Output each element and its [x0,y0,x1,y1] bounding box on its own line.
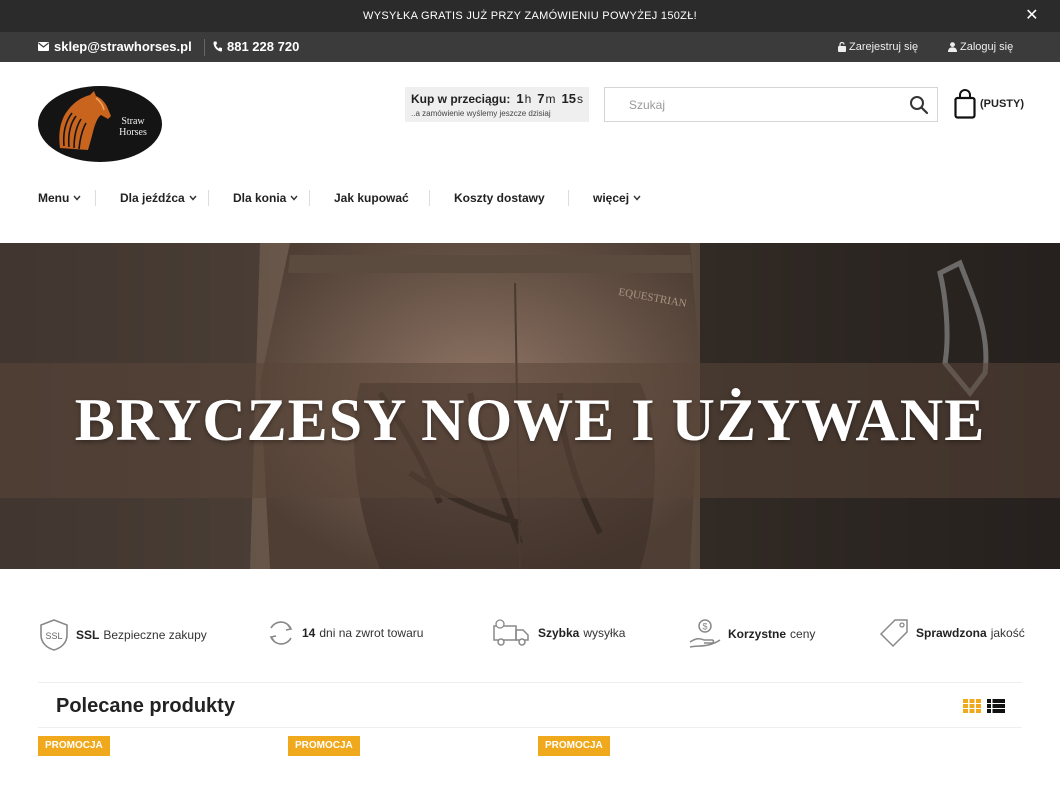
nav-item-label: Dla jeźdźca [120,191,185,205]
countdown-hours-unit: h [524,92,532,106]
feature-shipping: Szybka wysyłka [492,618,625,648]
hero-banner[interactable]: EQUESTRIAN BRYCZESY NOWE I UŻYWANE [0,243,1060,569]
logo-text-line2: Horses [119,127,147,138]
login-label: Zaloguj się [960,41,1014,53]
ssl-shield-icon: SSL [38,618,70,652]
list-view-icon[interactable] [987,699,1005,713]
nav-separator [568,190,569,206]
feature-text: Bezpieczne zakupy [103,628,207,642]
user-icon [948,42,957,52]
store-logo[interactable]: Straw Horses [38,86,162,162]
countdown-seconds: 15 [561,91,576,106]
feature-quality: Sprawdzona jakość [878,618,1025,648]
feature-bold: Szybka [538,626,580,640]
feature-text: dni na zwrot towaru [319,626,424,640]
countdown-minutes: 7 [537,91,545,106]
nav-separator [429,190,430,206]
featured-products-title: Polecane produkty [56,695,235,717]
nav-item-dla-jezdzca[interactable]: Dla jeźdźca [120,191,197,205]
register-link[interactable]: Zarejestruj się [838,41,918,53]
contact-email-text: sklep@strawhorses.pl [54,39,192,54]
nav-item-jak-kupowac[interactable]: Jak kupować [334,191,409,205]
nav-item-label: Jak kupować [334,191,409,205]
countdown-subtext: ..a zamówienie wyślemy jeszcze dzisiaj [411,109,551,118]
logo-text: Straw Horses [110,116,156,138]
delivery-truck-icon [492,618,532,648]
nav-item-label: Koszty dostawy [454,191,545,205]
contact-bar: sklep@strawhorses.pl 881 228 720 Zarejes… [0,32,1060,62]
search-icon[interactable] [909,95,929,115]
promo-badge: PROMOCJA [538,736,610,756]
close-icon[interactable]: ✕ [1024,8,1040,24]
chevron-down-icon [633,195,641,201]
contact-email-link[interactable]: sklep@strawhorses.pl [38,39,192,54]
countdown-minutes-unit: m [545,92,556,106]
promo-bar: WYSYŁKA GRATIS JUŻ PRZY ZAMÓWIENIU POWYŻ… [0,0,1060,32]
chevron-down-icon [290,195,298,201]
nav-item-label: więcej [593,191,630,205]
feature-prices: $ Korzystne ceny [688,618,815,650]
price-tag-icon [878,618,910,648]
countdown-hours: 1 [516,91,524,106]
register-label: Zarejestruj się [849,41,919,53]
svg-text:$: $ [702,622,707,632]
search-box [604,87,938,122]
chevron-down-icon [189,195,197,201]
promo-bar-text: WYSYŁKA GRATIS JUŻ PRZY ZAMÓWIENIU POWYŻ… [363,10,697,22]
nav-separator [309,190,310,206]
nav-item-wiecej[interactable]: więcej [593,191,641,205]
nav-item-label: Menu [38,191,70,205]
contact-separator [204,39,205,56]
nav-item-label: Dla konia [233,191,287,205]
features-bar: SSL SSL Bezpieczne zakupy 14 dni na zwro… [0,612,1060,660]
phone-icon [213,41,222,52]
search-input[interactable] [629,96,899,114]
main-navigation: Menu Dla jeźdźca Dla konia Jak kupować K… [0,186,1060,212]
contact-phone-link[interactable]: 881 228 720 [213,39,299,54]
feature-text: ceny [790,627,816,641]
login-link[interactable]: Zaloguj się [948,41,1013,53]
nav-separator [208,190,209,206]
coin-hand-icon: $ [688,618,722,650]
cart-status: (PUSTY) [980,98,1024,110]
grid-view-icon[interactable] [963,699,981,713]
feature-bold: SSL [76,628,100,642]
shopping-bag-icon [954,89,976,119]
unlock-icon [838,42,846,52]
feature-returns: 14 dni na zwrot towaru [266,618,423,648]
nav-separator [95,190,96,206]
feature-bold: 14 [302,626,316,640]
countdown-seconds-unit: s [576,92,583,106]
cart-button[interactable]: (PUSTY) [954,89,1024,119]
envelope-icon [38,42,49,51]
nav-item-dla-konia[interactable]: Dla konia [233,191,298,205]
promo-badge: PROMOCJA [38,736,110,756]
promo-badge: PROMOCJA [288,736,360,756]
nav-item-koszty-dostawy[interactable]: Koszty dostawy [454,191,545,205]
feature-text: jakość [990,626,1025,640]
ssl-shield-label: SSL [45,631,62,641]
contact-phone-text: 881 228 720 [227,39,300,54]
chevron-down-icon [73,195,81,201]
section-divider [38,727,1022,728]
shipping-countdown: Kup w przeciągu: 1h 7m 15 s ..a zamówieni… [405,87,589,122]
feature-text: wysyłka [583,626,626,640]
feature-ssl: SSL SSL Bezpieczne zakupy [38,618,207,652]
return-arrows-icon [266,618,296,648]
countdown-label: Kup w przeciągu: [411,92,511,106]
nav-item-menu[interactable]: Menu [38,191,81,205]
feature-bold: Korzystne [728,627,787,641]
section-divider [38,682,1022,683]
feature-bold: Sprawdzona [916,626,987,640]
logo-text-line1: Straw [121,116,145,127]
banner-title: BRYCZESY NOWE I UŻYWANE [74,387,986,453]
